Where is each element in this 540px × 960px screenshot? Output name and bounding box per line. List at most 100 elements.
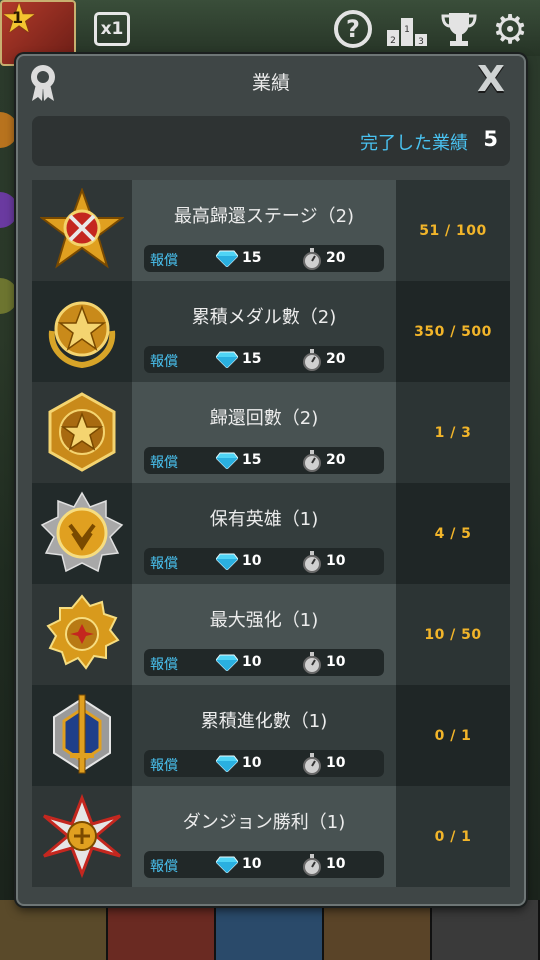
achievement-progress: 350 / 500 — [414, 323, 492, 340]
reward-label: 報償 — [150, 758, 178, 774]
achievement-info: 最大强化（1) 報償 10 10 — [132, 584, 396, 685]
reward-label: 報償 — [150, 253, 178, 269]
svg-text:2: 2 — [390, 36, 396, 46]
achievement-name: 最高歸還ステージ（2) — [173, 206, 355, 227]
achievement-progress: 0 / 1 — [434, 727, 472, 744]
bottom-nav-item[interactable] — [432, 900, 540, 960]
gear-medal-icon — [46, 594, 120, 670]
medal-cell — [32, 281, 132, 382]
bottom-nav-item[interactable] — [216, 900, 324, 960]
achievement-progress: 51 / 100 — [419, 222, 487, 239]
bottom-nav-item[interactable] — [0, 900, 108, 960]
achievement-name: ダンジョン勝利（1) — [182, 812, 346, 833]
achievement-name: 最大强化（1) — [209, 610, 319, 631]
dialog-header: 業績 X — [18, 56, 524, 106]
achievement-info: 最高歸還ステージ（2) 報償 15 20 — [132, 180, 396, 281]
stopwatch-reward: 20 — [326, 452, 346, 468]
achievements-dialog: 業績 X 完了した業績 5 最高歸還ステージ（2) 報償 15 20 51 / … — [16, 54, 526, 906]
reward-label: 報償 — [150, 455, 178, 471]
reward-label: 報償 — [150, 859, 178, 875]
reward-label: 報償 — [150, 354, 178, 370]
chevron-medal-icon — [40, 491, 124, 573]
reward-bar: 報償 10 10 — [144, 548, 384, 575]
reward-bar: 報償 10 10 — [144, 750, 384, 777]
achievement-progress: 10 / 50 — [424, 626, 482, 643]
diamond-icon — [216, 250, 238, 267]
achievement-row[interactable]: 最大强化（1) 報償 10 10 10 / 50 — [32, 584, 510, 685]
achievement-row[interactable]: 累積進化數（1) 報償 10 10 0 / 1 — [32, 685, 510, 786]
close-button[interactable]: X — [472, 62, 510, 100]
diamond-icon — [216, 351, 238, 368]
bottom-nav-item[interactable] — [108, 900, 216, 960]
diamond-icon — [216, 755, 238, 772]
podium-icon[interactable]: 2 1 3 — [386, 10, 428, 48]
achievement-info: ダンジョン勝利（1) 報償 10 10 — [132, 786, 396, 887]
stopwatch-reward: 10 — [326, 553, 346, 569]
winged-star-medal-icon — [48, 392, 116, 472]
achievement-name: 累積進化數（1) — [200, 711, 328, 732]
diamond-icon — [216, 856, 238, 873]
achievement-list[interactable]: 最高歸還ステージ（2) 報償 15 20 51 / 100 累積メダル數（2) … — [32, 180, 510, 890]
achievement-name: 保有英雄（1) — [209, 509, 319, 530]
trophy-icon[interactable] — [440, 10, 478, 48]
progress-cell: 10 / 50 — [396, 584, 510, 685]
medal-cell — [32, 180, 132, 281]
progress-cell: 1 / 3 — [396, 382, 510, 483]
gear-icon[interactable]: ⚙ — [490, 10, 530, 50]
achievement-info: 保有英雄（1) 報償 10 10 — [132, 483, 396, 584]
reward-bar: 報償 15 20 — [144, 346, 384, 373]
achievement-progress: 4 / 5 — [434, 525, 472, 542]
level-badge: 1 — [12, 8, 24, 27]
stopwatch-icon — [303, 753, 321, 775]
progress-cell: 350 / 500 — [396, 281, 510, 382]
sword-medal-icon — [40, 188, 124, 269]
medal-cell — [32, 584, 132, 685]
achievement-row[interactable]: 累積メダル數（2) 報償 15 20 350 / 500 — [32, 281, 510, 382]
completed-count: 5 — [483, 127, 498, 151]
medal-cell — [32, 483, 132, 584]
gem-reward: 15 — [242, 351, 262, 367]
sword-cross-medal-icon — [53, 694, 111, 774]
achievement-name: 歸還回數（2) — [209, 408, 319, 429]
stopwatch-reward: 10 — [326, 654, 346, 670]
gem-reward: 10 — [242, 553, 262, 569]
completed-label: 完了した業績 — [360, 133, 468, 154]
dialog-title: 業績 — [251, 72, 290, 94]
reward-bar: 報償 15 20 — [144, 447, 384, 474]
gem-reward: 10 — [242, 654, 262, 670]
stopwatch-reward: 20 — [326, 250, 346, 266]
medal-cell — [32, 786, 132, 887]
stopwatch-icon — [303, 450, 321, 472]
progress-cell: 51 / 100 — [396, 180, 510, 281]
progress-cell: 4 / 5 — [396, 483, 510, 584]
bottom-nav-item[interactable] — [324, 900, 432, 960]
achievement-row[interactable]: 最高歸還ステージ（2) 報償 15 20 51 / 100 — [32, 180, 510, 281]
speed-button[interactable]: x1 — [94, 12, 130, 46]
bottom-nav — [0, 900, 540, 960]
gem-reward: 15 — [242, 250, 262, 266]
stopwatch-icon — [303, 349, 321, 371]
gem-reward: 10 — [242, 755, 262, 771]
reward-bar: 報償 15 20 — [144, 245, 384, 272]
achievement-row[interactable]: ダンジョン勝利（1) 報償 10 10 0 / 1 — [32, 786, 510, 887]
completed-summary: 完了した業績 5 — [32, 116, 510, 166]
achievement-info: 歸還回數（2) 報償 15 20 — [132, 382, 396, 483]
medal-cell — [32, 685, 132, 786]
achievement-progress: 1 / 3 — [434, 424, 472, 441]
stopwatch-icon — [303, 652, 321, 674]
diamond-icon — [216, 452, 238, 469]
reward-bar: 報償 10 10 — [144, 649, 384, 676]
stopwatch-icon — [303, 248, 321, 270]
diamond-icon — [216, 553, 238, 570]
stopwatch-icon — [303, 854, 321, 876]
achievement-row[interactable]: 保有英雄（1) 報償 10 10 4 / 5 — [32, 483, 510, 584]
achievement-info: 累積メダル數（2) 報償 15 20 — [132, 281, 396, 382]
maltese-cross-medal-icon — [43, 794, 121, 878]
reward-label: 報償 — [150, 556, 178, 572]
achievement-name: 累積メダル數（2) — [191, 307, 337, 328]
help-icon[interactable]: ? — [334, 10, 372, 48]
svg-text:1: 1 — [404, 25, 410, 35]
reward-bar: 報償 10 10 — [144, 851, 384, 878]
achievement-row[interactable]: 歸還回數（2) 報償 15 20 1 / 3 — [32, 382, 510, 483]
medal-cell — [32, 382, 132, 483]
